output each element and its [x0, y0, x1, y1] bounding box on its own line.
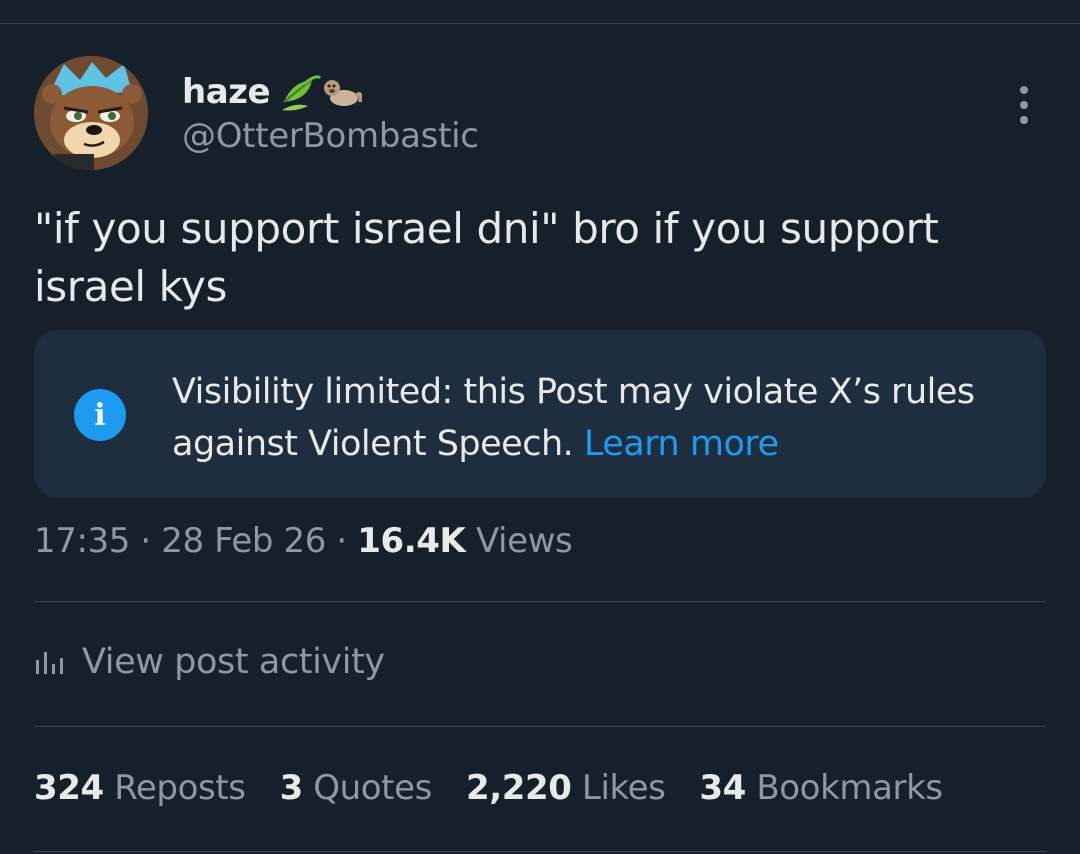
- likes-count: 2,220: [465, 768, 572, 808]
- view-post-activity-label: View post activity: [82, 642, 385, 682]
- bookmarks-count: 34: [699, 768, 746, 808]
- post-date[interactable]: 28 Feb 26: [161, 521, 326, 561]
- quotes-stat[interactable]: 3 Quotes: [279, 768, 433, 808]
- engagement-stats: 324 Reposts 3 Quotes 2,220 Likes 34 Book…: [34, 768, 977, 808]
- learn-more-link[interactable]: Learn more: [584, 424, 779, 464]
- name-emojis: [278, 72, 362, 112]
- bookmarks-stat[interactable]: 34 Bookmarks: [699, 768, 943, 808]
- more-options-icon[interactable]: [1004, 84, 1044, 126]
- top-divider: [0, 23, 1080, 24]
- quotes-label: Quotes: [313, 768, 432, 808]
- divider: [34, 851, 1046, 852]
- display-name[interactable]: haze: [182, 72, 271, 112]
- views-label: Views: [475, 521, 573, 561]
- reposts-label: Reposts: [114, 768, 246, 808]
- avatar[interactable]: [34, 56, 148, 170]
- author-handle[interactable]: @OtterBombastic: [182, 116, 479, 156]
- notice-message: Visibility limited: this Post may violat…: [172, 372, 975, 464]
- reposts-count: 324: [34, 768, 104, 808]
- meta-separator: ·: [336, 521, 347, 561]
- divider: [34, 601, 1046, 602]
- meta-separator: ·: [140, 521, 151, 561]
- post-metadata: 17:35 · 28 Feb 26 · 16.4K Views: [34, 521, 573, 561]
- likes-label: Likes: [581, 768, 666, 808]
- post-time[interactable]: 17:35: [34, 521, 130, 561]
- likes-stat[interactable]: 2,220 Likes: [465, 768, 666, 808]
- analytics-icon: [36, 652, 63, 674]
- bookmarks-label: Bookmarks: [756, 768, 943, 808]
- display-name-row[interactable]: haze: [182, 70, 362, 114]
- quotes-count: 3: [279, 768, 304, 808]
- post-detail-view: haze @OtterBombastic "if you support isr…: [0, 0, 1080, 854]
- divider: [34, 726, 1046, 727]
- otter-icon: [324, 80, 362, 106]
- visibility-limited-notice: i Visibility limited: this Post may viol…: [34, 330, 1046, 498]
- post-text: "if you support israel dni" bro if you s…: [34, 204, 939, 311]
- view-post-activity-button[interactable]: View post activity: [34, 642, 385, 682]
- notice-text: Visibility limited: this Post may violat…: [172, 366, 1022, 470]
- reposts-stat[interactable]: 324 Reposts: [34, 768, 246, 808]
- info-icon: i: [74, 389, 126, 441]
- leaf-fluttering-icon: [282, 75, 322, 111]
- views-count: 16.4K: [357, 521, 466, 561]
